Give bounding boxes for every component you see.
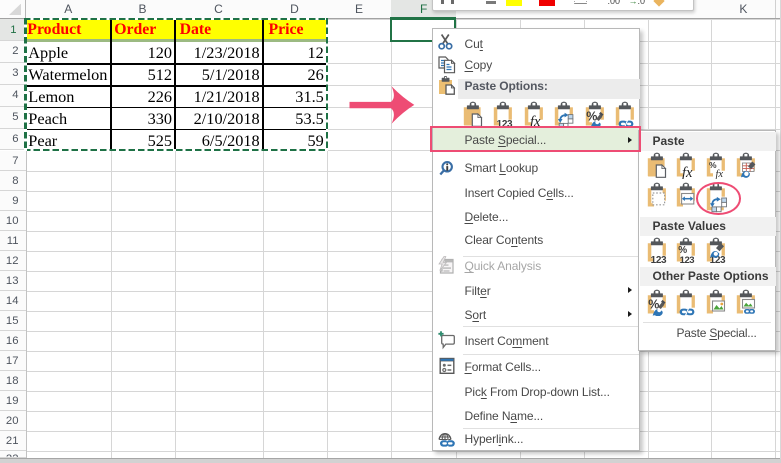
svg-text:123: 123: [680, 255, 695, 264]
svg-text:123: 123: [650, 255, 666, 264]
svg-text:fx: fx: [716, 169, 724, 179]
svg-text:fx: fx: [682, 165, 693, 179]
